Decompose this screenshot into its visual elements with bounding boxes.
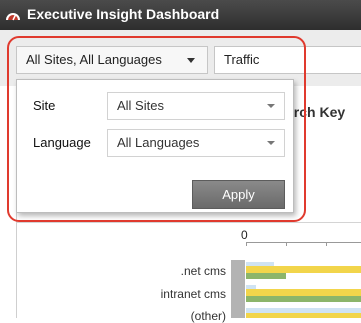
axis-tick — [246, 242, 247, 246]
chart-bar — [246, 289, 361, 296]
chart-bar — [246, 266, 361, 273]
chart-divider — [16, 222, 361, 223]
window-title-bar: Executive Insight Dashboard — [0, 0, 361, 30]
chart-bar — [246, 273, 286, 279]
chart-bar — [246, 296, 361, 302]
category-label: intranet cms — [160, 287, 226, 301]
dashboard-gauge-icon — [5, 8, 21, 22]
x-axis — [246, 242, 361, 243]
highlight-annotation — [7, 36, 306, 222]
window-title: Executive Insight Dashboard — [27, 6, 220, 22]
axis-tick-label: 0 — [241, 228, 248, 242]
chart-bar — [246, 313, 361, 318]
axis-tick — [286, 242, 287, 246]
axis-tick — [326, 242, 327, 246]
category-label: (other) — [190, 309, 226, 323]
category-label: .net cms — [180, 264, 226, 278]
y-axis-band — [231, 260, 245, 318]
